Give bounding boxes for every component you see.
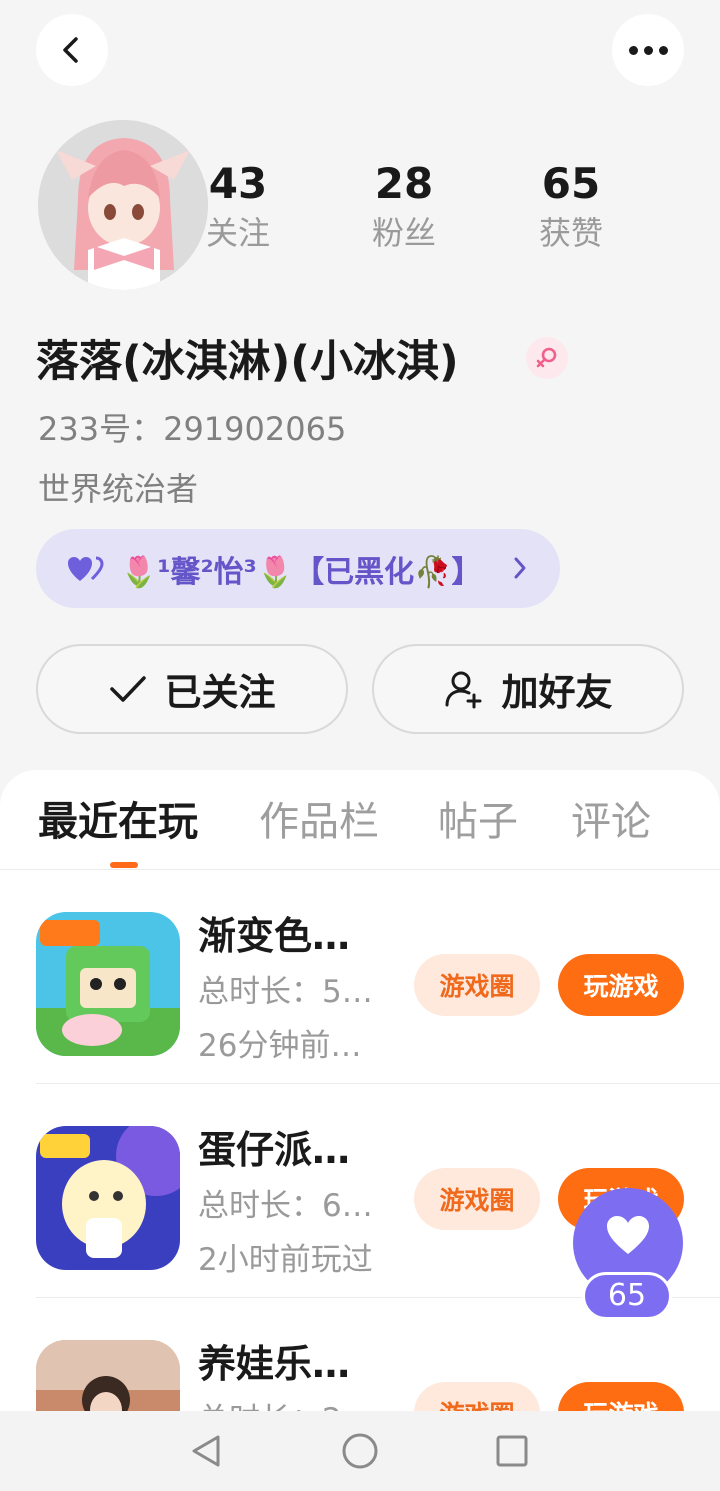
- game-circle-button[interactable]: 游戏圈: [414, 1168, 540, 1230]
- tab-works[interactable]: 作品栏: [259, 794, 379, 850]
- stat-likes-label: 获赞: [538, 214, 603, 252]
- add-friend-button[interactable]: 加好友: [372, 644, 684, 734]
- check-icon: [109, 676, 146, 702]
- group-badge[interactable]: 🌷¹馨²怡³🌷【已黑化🥀】: [36, 529, 560, 608]
- tab-comments[interactable]: 评论: [571, 794, 651, 850]
- back-button[interactable]: [36, 14, 108, 86]
- more-horizontal-icon: [626, 45, 671, 55]
- system-nav-bar: [0, 1411, 720, 1491]
- triangle-back-icon: [192, 1435, 220, 1467]
- profile-name: 落落(冰淇淋)(小冰淇): [36, 337, 459, 387]
- user-id: 233号：291902065: [38, 410, 347, 448]
- game-last-played: 2小时前玩过: [198, 1242, 373, 1278]
- chevron-left-icon: [63, 37, 78, 63]
- followed-button-label: 已关注: [164, 671, 276, 714]
- game-last-played: 26分钟前…: [198, 1028, 362, 1064]
- tab-indicator: [110, 862, 138, 868]
- game-title: 养娃乐…: [198, 1342, 351, 1386]
- game-row[interactable]: 渐变色… 总时长：5… 26分钟前… 游戏圈 玩游戏: [0, 870, 720, 1084]
- game-circle-button[interactable]: 游戏圈: [414, 954, 540, 1016]
- stat-fans[interactable]: 28 粉丝: [344, 158, 464, 256]
- heart-icon: [607, 1216, 649, 1254]
- stat-fans-label: 粉丝: [371, 214, 436, 252]
- chevron-right-icon: [514, 557, 526, 579]
- add-user-icon: [445, 671, 481, 709]
- nav-home-button[interactable]: [340, 1431, 380, 1471]
- game-icon: [36, 912, 180, 1056]
- tab-recently-played[interactable]: 最近在玩: [38, 794, 198, 850]
- stat-likes[interactable]: 65 获赞: [511, 158, 631, 256]
- female-icon: [526, 337, 568, 379]
- stat-likes-count: 65: [541, 159, 601, 208]
- game-title: 蛋仔派…: [198, 1128, 351, 1172]
- content-panel: 最近在玩 作品栏 帖子 评论 渐变色… 总时长：5… 26分钟前… 游戏圈 玩游…: [0, 770, 720, 1491]
- game-icon: [36, 1126, 180, 1270]
- nav-recents-button[interactable]: [492, 1431, 532, 1471]
- stat-following[interactable]: 43 关注: [178, 158, 298, 256]
- stat-following-label: 关注: [205, 214, 270, 252]
- tab-bar: 最近在玩 作品栏 帖子 评论: [0, 770, 720, 870]
- more-button[interactable]: [612, 14, 684, 86]
- play-game-button[interactable]: 玩游戏: [558, 954, 684, 1016]
- group-badge-label: 🌷¹馨²怡³🌷【已黑化🥀】: [120, 554, 482, 590]
- nav-back-button[interactable]: [186, 1431, 226, 1471]
- followed-button[interactable]: 已关注: [36, 644, 348, 734]
- tab-posts[interactable]: 帖子: [438, 794, 518, 850]
- user-bio: 世界统治者: [38, 470, 199, 508]
- hearts-icon: [68, 556, 104, 581]
- game-duration: 总时长：5…: [198, 974, 373, 1010]
- add-friend-button-label: 加好友: [501, 671, 613, 714]
- game-duration: 总时长：6…: [198, 1188, 373, 1224]
- stat-following-count: 43: [208, 159, 268, 208]
- game-title: 渐变色…: [198, 914, 351, 958]
- circle-home-icon: [342, 1433, 378, 1469]
- like-count: 65: [582, 1272, 672, 1320]
- square-recents-icon: [496, 1435, 528, 1467]
- stat-fans-count: 28: [374, 159, 434, 208]
